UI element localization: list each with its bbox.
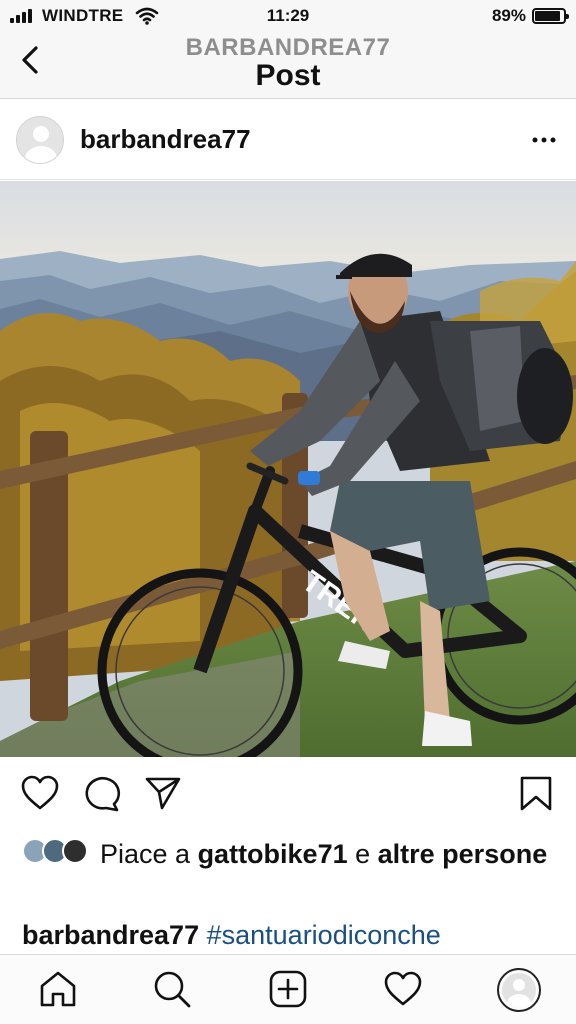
likes-text: Piace a gattobike71 e altre persone [100,836,560,873]
tab-new-post[interactable] [268,969,308,1014]
post-username[interactable]: barbandrea77 [80,124,251,155]
comment-button[interactable] [82,775,122,818]
page-title: Post [255,59,321,92]
battery-percentage: 89% [491,6,526,25]
tab-profile[interactable] [497,968,541,1012]
likes-prefix: Piace a [100,839,198,869]
tab-home[interactable] [38,969,78,1014]
like-button[interactable] [20,775,60,816]
likes-others-link[interactable]: altre persone [378,839,548,869]
avatar-icon [502,973,536,1007]
bottom-tab-bar [0,954,576,1024]
nav-username: BARBANDREA77 [185,34,391,61]
liker-avatar [62,838,88,864]
bookmark-icon [520,776,552,811]
post-caption: barbandrea77 #santuariodiconche [22,920,441,951]
status-time: 11:29 [266,6,310,25]
liker-avatars [22,838,92,866]
likes-summary[interactable]: Piace a gattobike71 e altre persone [0,830,576,910]
post-photo[interactable]: TREK [0,181,576,757]
plus-square-icon [269,970,307,1008]
tab-activity[interactable] [383,969,423,1014]
post-actions [0,757,576,827]
search-icon [154,971,191,1008]
share-button[interactable] [144,775,182,816]
navigation-bar: BARBANDREA77 Post [0,32,576,99]
battery-icon [532,8,569,24]
user-avatar[interactable] [16,116,64,164]
liker-username[interactable]: gattobike71 [198,839,348,869]
tab-search[interactable] [152,969,192,1014]
cyclist-mountain-photo: TREK [0,181,576,757]
caption-hashtag[interactable]: #santuariodiconche [207,920,441,950]
heart-icon [21,775,59,810]
post-header: barbandrea77 [0,100,576,180]
likes-conjunction: e [347,839,378,869]
heart-icon [384,971,422,1006]
save-button[interactable] [518,775,554,818]
paper-plane-icon [145,777,181,810]
home-icon [40,971,76,1007]
more-horizontal-icon [532,137,556,143]
caption-username[interactable]: barbandrea77 [22,920,199,950]
comment-icon [85,777,121,812]
status-bar: WINDTRE 11:29 89% [0,0,576,32]
more-options-button[interactable] [530,128,558,152]
